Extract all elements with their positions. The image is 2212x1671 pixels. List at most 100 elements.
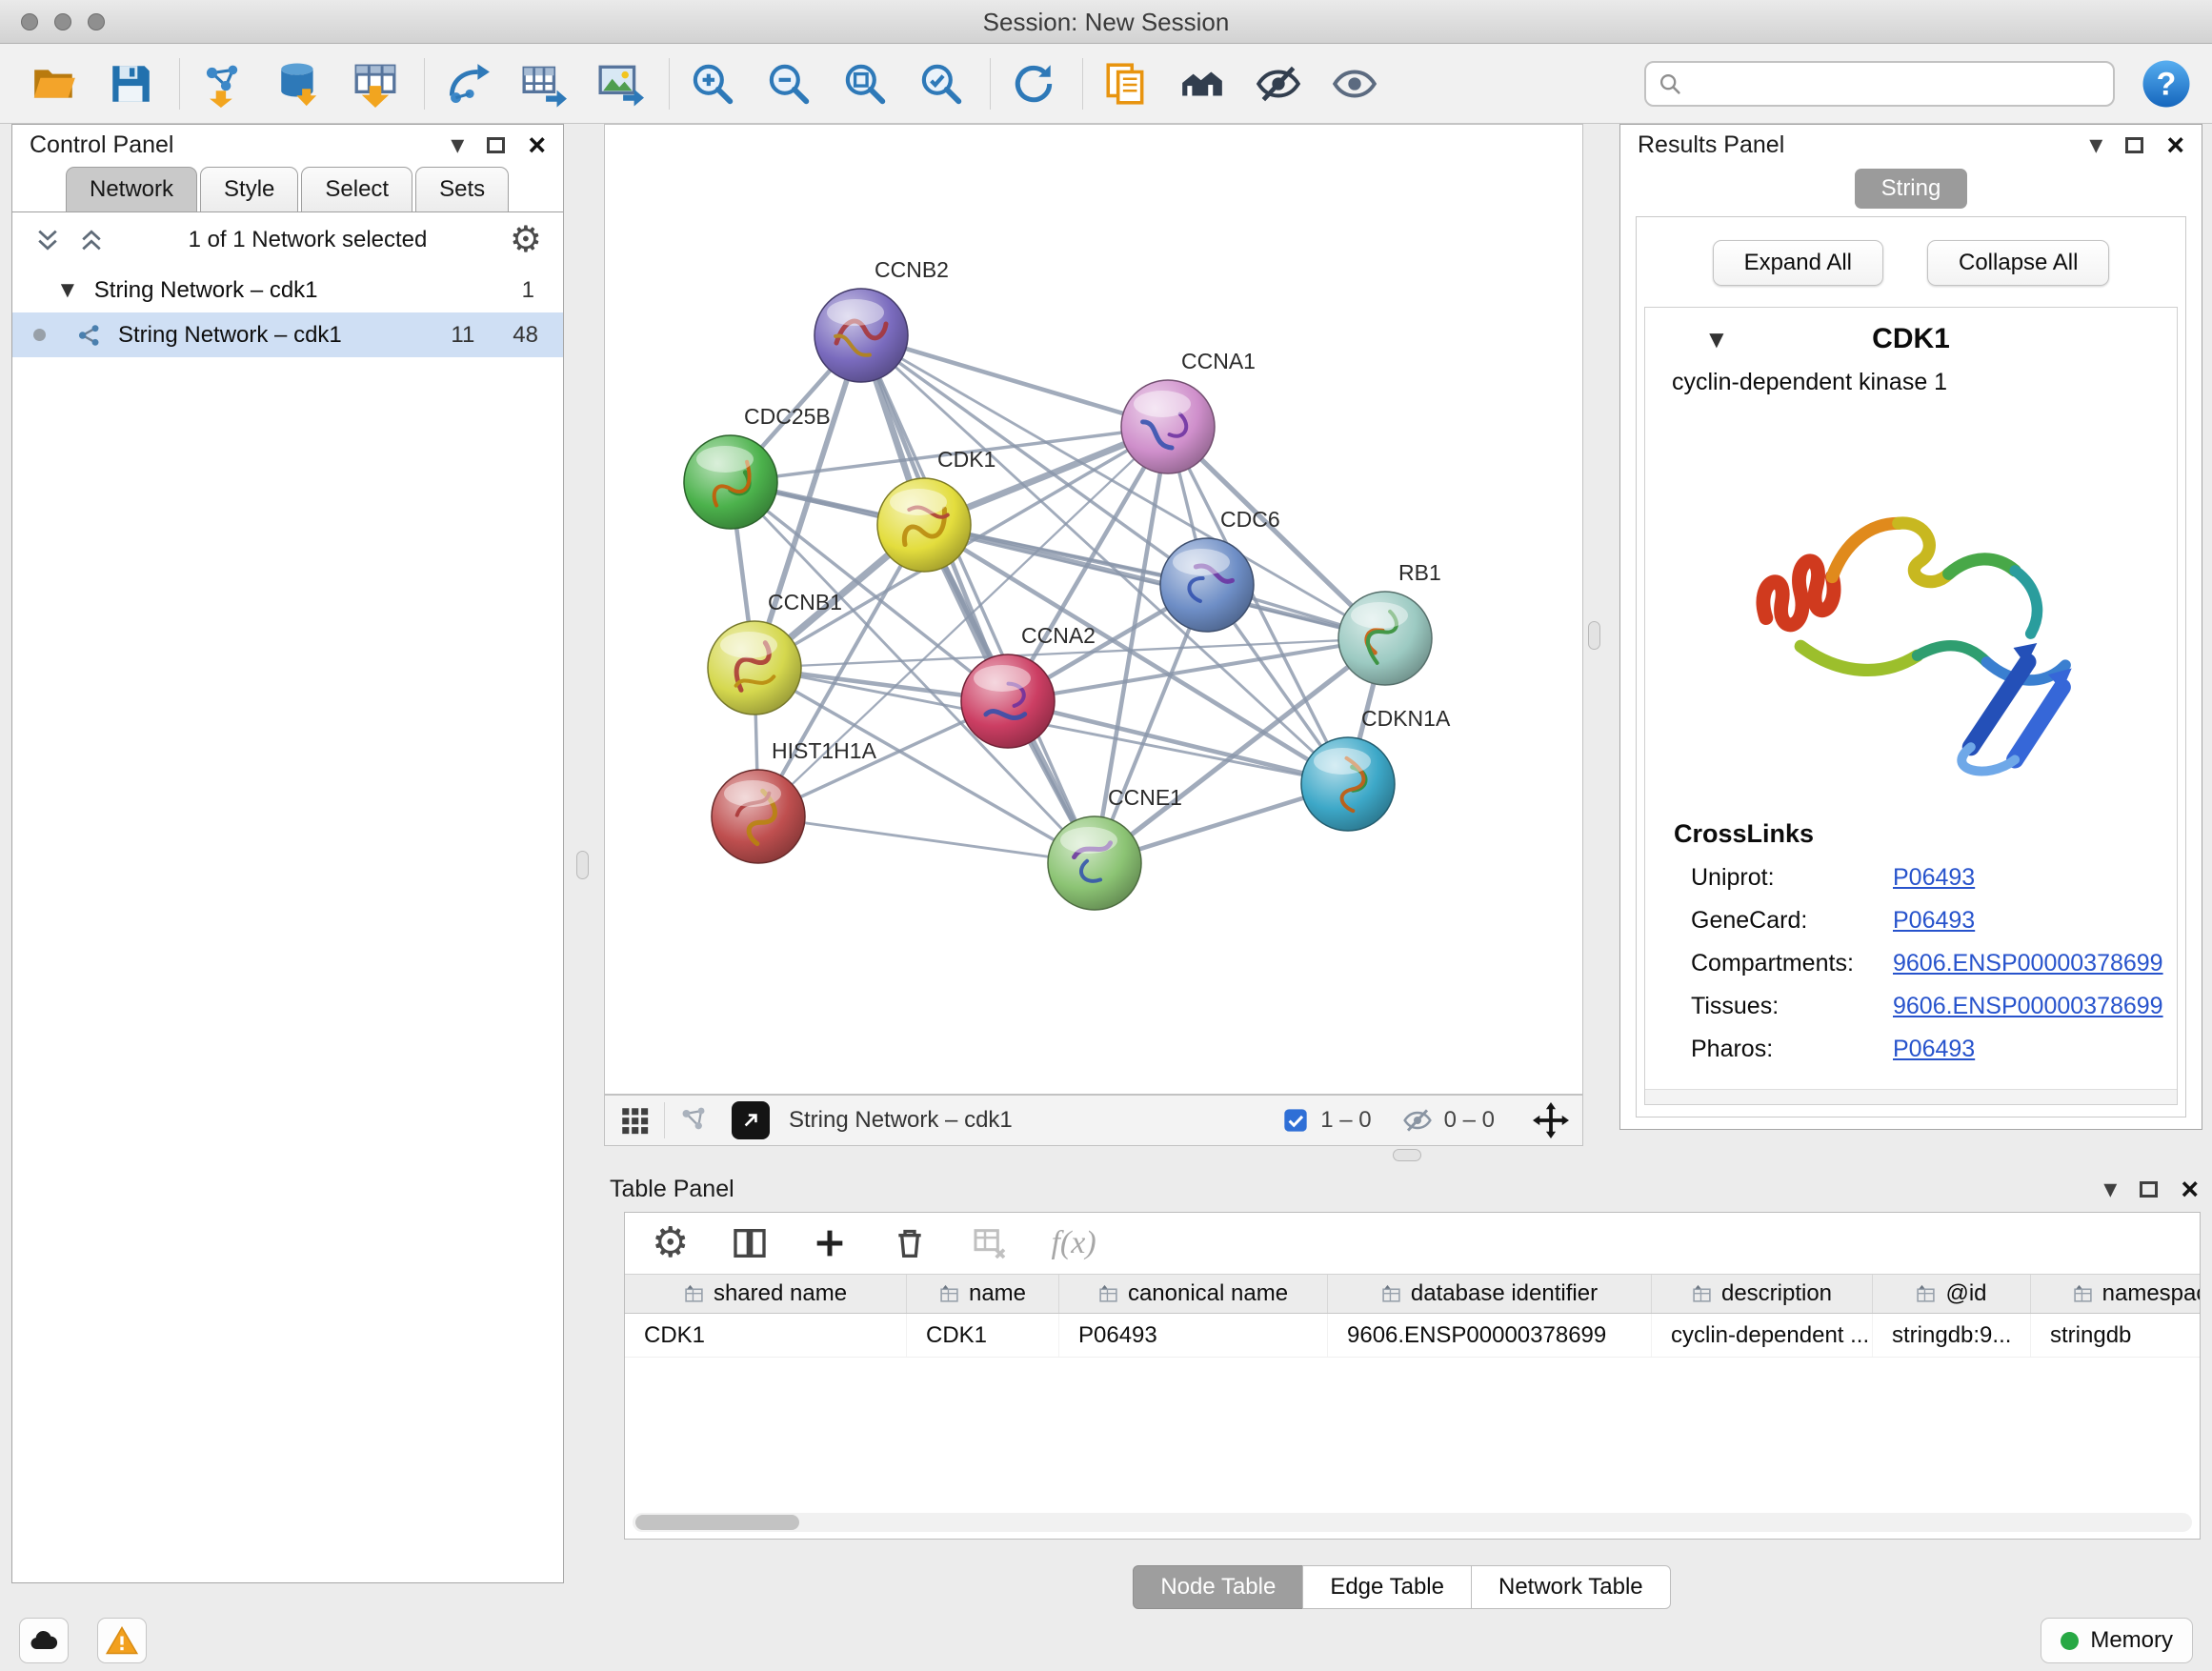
zoom-selected-button[interactable]: [912, 54, 971, 113]
collapse-all-button[interactable]: Collapse All: [1927, 240, 2109, 286]
crosslink-uniprot-link[interactable]: P06493: [1893, 864, 1975, 892]
export-image-button[interactable]: [591, 54, 650, 113]
section-caret-icon[interactable]: ▼: [1704, 325, 1729, 354]
hidden-eye-slash-icon[interactable]: [1402, 1105, 1433, 1136]
table-hscrollbar-track[interactable]: [633, 1513, 2192, 1532]
save-session-button[interactable]: [101, 54, 160, 113]
tab-style[interactable]: Style: [200, 167, 298, 211]
float-panel-icon[interactable]: [2125, 137, 2143, 153]
selected-checkbox-icon[interactable]: [1282, 1107, 1309, 1134]
network-node-CCNA1[interactable]: CCNA1: [1121, 349, 1256, 473]
bottom-splitter-handle[interactable]: [1393, 1149, 1421, 1161]
collapse-all-tree-icon[interactable]: [77, 226, 106, 254]
tab-network[interactable]: Network: [66, 167, 197, 211]
table-hscrollbar-thumb[interactable]: [635, 1515, 799, 1530]
network-edge-CCNB2-CCNE1[interactable]: [861, 335, 1095, 863]
network-node-RB1[interactable]: RB1: [1338, 560, 1441, 685]
tab-node-table[interactable]: Node Table: [1133, 1565, 1303, 1609]
crosslink-genecard-link[interactable]: P06493: [1893, 907, 1975, 935]
right-splitter-handle[interactable]: [1588, 621, 1600, 650]
apply-layout-button[interactable]: [1004, 54, 1063, 113]
zoom-in-button[interactable]: [683, 54, 742, 113]
tab-edge-table[interactable]: Edge Table: [1302, 1565, 1472, 1609]
tab-network-table[interactable]: Network Table: [1471, 1565, 1671, 1609]
column-header-description[interactable]: description: [1652, 1275, 1873, 1313]
export-table-button[interactable]: [514, 54, 573, 113]
expand-all-tree-icon[interactable]: [33, 226, 62, 254]
column-header-database-identifier[interactable]: database identifier: [1328, 1275, 1652, 1313]
column-header-name[interactable]: name: [907, 1275, 1059, 1313]
close-panel-icon[interactable]: ×: [2166, 130, 2184, 160]
function-builder-fx-icon[interactable]: f(x): [1051, 1225, 1096, 1261]
import-network-database-button[interactable]: [270, 54, 329, 113]
string-home-button[interactable]: [1173, 54, 1232, 113]
network-edge-CCNB2-CCNA1[interactable]: [861, 335, 1168, 427]
tab-sets[interactable]: Sets: [415, 167, 509, 211]
panel-menu-caret-icon[interactable]: ▾: [451, 131, 464, 158]
table-cell[interactable]: cyclin-dependent ...: [1652, 1314, 1873, 1357]
memory-button[interactable]: Memory: [2041, 1618, 2193, 1663]
network-collection-row[interactable]: ▼ String Network – cdk1 1: [12, 268, 563, 312]
close-panel-icon[interactable]: ×: [2181, 1174, 2199, 1204]
zoom-fit-button[interactable]: [835, 54, 895, 113]
left-splitter-handle[interactable]: [576, 851, 589, 879]
network-node-CCNB1[interactable]: CCNB1: [708, 590, 842, 715]
show-columns-icon[interactable]: [731, 1224, 769, 1262]
gear-icon[interactable]: ⚙: [510, 222, 542, 258]
grid-view-icon[interactable]: [618, 1104, 651, 1137]
add-column-plus-icon[interactable]: [811, 1224, 849, 1262]
export-view-button[interactable]: [732, 1101, 770, 1139]
network-node-CCNB2[interactable]: CCNB2: [814, 257, 949, 382]
birdseye-view-icon[interactable]: [678, 1104, 711, 1137]
table-cell[interactable]: stringdb: [2031, 1314, 2201, 1357]
toolbar-search[interactable]: [1644, 61, 2115, 107]
warnings-button[interactable]: [97, 1618, 147, 1663]
column-header-canonical-name[interactable]: canonical name: [1059, 1275, 1328, 1313]
crosslink-tissues-link[interactable]: 9606.ENSP00000378699: [1893, 993, 2163, 1020]
float-panel-icon[interactable]: [487, 137, 505, 153]
tree-caret-icon[interactable]: ▼: [56, 277, 79, 304]
network-node-HIST1H1A[interactable]: HIST1H1A: [712, 738, 877, 863]
table-cell[interactable]: 9606.ENSP00000378699: [1328, 1314, 1652, 1357]
import-network-file-button[interactable]: [193, 54, 252, 113]
expand-all-button[interactable]: Expand All: [1713, 240, 1883, 286]
crosslink-pharos-link[interactable]: P06493: [1893, 1036, 1975, 1063]
show-structure-images-button[interactable]: [1325, 54, 1384, 113]
help-button[interactable]: ?: [2140, 57, 2193, 111]
network-node-CDK1[interactable]: CDK1: [877, 447, 995, 572]
delete-column-trash-icon[interactable]: [891, 1224, 929, 1262]
panel-menu-caret-icon[interactable]: ▾: [2089, 131, 2102, 158]
table-cell[interactable]: CDK1: [625, 1314, 907, 1357]
network-node-CDKN1A[interactable]: CDKN1A: [1301, 706, 1451, 831]
open-session-button[interactable]: [25, 54, 84, 113]
table-cell[interactable]: P06493: [1059, 1314, 1328, 1357]
column-header-shared-name[interactable]: shared name: [625, 1275, 907, 1313]
table-settings-gear-icon[interactable]: ⚙: [652, 1222, 689, 1264]
hide-glass-balls-button[interactable]: [1249, 54, 1308, 113]
copy-button[interactable]: [1096, 54, 1156, 113]
network-node-CDC25B[interactable]: CDC25B: [684, 404, 831, 529]
fit-content-crosshair-icon[interactable]: [1533, 1102, 1569, 1138]
table-cell[interactable]: stringdb:9...: [1873, 1314, 2031, 1357]
panel-menu-caret-icon[interactable]: ▾: [2103, 1176, 2117, 1202]
network-view-canvas[interactable]: CCNB2CCNA1CDC25BCDK1CDC6RB1CCNB1CCNA2CDK…: [604, 124, 1583, 1095]
close-panel-icon[interactable]: ×: [528, 130, 546, 160]
search-input[interactable]: [1682, 65, 2101, 103]
column-header-namespac[interactable]: namespac: [2031, 1275, 2201, 1313]
tab-select[interactable]: Select: [301, 167, 412, 211]
column-header--id[interactable]: @id: [1873, 1275, 2031, 1313]
import-table-file-button[interactable]: [346, 54, 405, 113]
cloud-status-button[interactable]: [19, 1618, 69, 1663]
network-edge-HIST1H1A-CCNE1[interactable]: [758, 816, 1095, 863]
tab-string[interactable]: String: [1855, 169, 1968, 209]
float-panel-icon[interactable]: [2140, 1181, 2158, 1198]
results-scrollbar-track[interactable]: [1645, 1089, 2177, 1104]
network-row-selected[interactable]: String Network – cdk1 11 48: [12, 312, 563, 357]
zoom-out-button[interactable]: [759, 54, 818, 113]
clone-network-button[interactable]: [438, 54, 497, 113]
crosslink-compartments-link[interactable]: 9606.ENSP00000378699: [1893, 950, 2163, 977]
network-edge-CDK1-RB1[interactable]: [924, 525, 1385, 638]
crosslink-row: Compartments:9606.ENSP00000378699: [1645, 942, 2177, 985]
open-folder-icon: [30, 60, 78, 108]
table-cell[interactable]: CDK1: [907, 1314, 1059, 1357]
